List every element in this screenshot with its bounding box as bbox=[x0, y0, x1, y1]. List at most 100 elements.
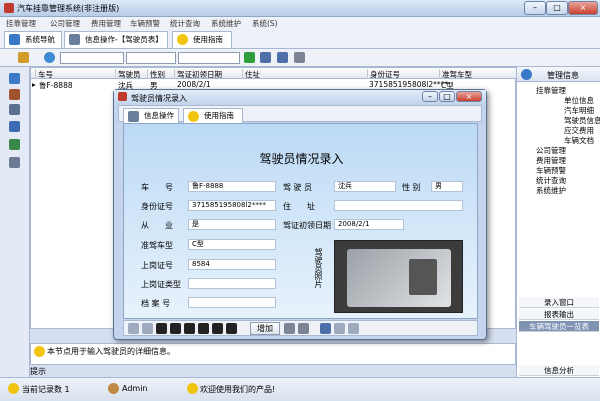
id-field[interactable]: 371585195808l2**** bbox=[188, 200, 276, 211]
permit-label: 上岗证号 bbox=[141, 261, 173, 270]
lightbulb-icon bbox=[34, 346, 45, 357]
type-field[interactable]: C型 bbox=[188, 239, 276, 250]
tree-item[interactable]: 挂靠管理 bbox=[536, 85, 566, 96]
permit-field[interactable]: 8584 bbox=[188, 259, 276, 270]
play-icon[interactable] bbox=[244, 52, 255, 63]
driver-label: 驾 驶 员 bbox=[283, 183, 313, 192]
list-icon[interactable] bbox=[9, 157, 20, 168]
driver-field[interactable]: 沈兵 bbox=[334, 181, 396, 192]
window-icon[interactable] bbox=[9, 139, 20, 150]
help-icon bbox=[177, 34, 188, 45]
tree-item[interactable]: 系统维护 bbox=[536, 185, 566, 196]
tab-nav-label: 系统导航 bbox=[25, 35, 55, 44]
license-photo bbox=[409, 259, 437, 295]
menu-item[interactable]: 系统(S) bbox=[252, 18, 278, 29]
license-card bbox=[347, 249, 451, 307]
value-input[interactable] bbox=[178, 52, 240, 64]
date-field[interactable]: 2008/2/1 bbox=[334, 219, 404, 230]
cell-id: 371585195808l2**** bbox=[369, 80, 449, 89]
right-panel: 管理信息 挂靠管理 单位信息 汽车明细 驾驶员信息 应交费用 车辆文档 公司管理… bbox=[516, 67, 600, 377]
pencil-icon[interactable] bbox=[18, 52, 29, 63]
tab-info[interactable]: 信息操作-【驾驶员表】 bbox=[64, 31, 168, 48]
delete-record-icon[interactable] bbox=[198, 323, 209, 334]
menu-item[interactable]: 统计查询 bbox=[170, 18, 200, 29]
exit-icon[interactable] bbox=[348, 323, 359, 334]
menu-item[interactable]: 公司管理 bbox=[50, 18, 80, 29]
dialog-minimize-button[interactable]: – bbox=[422, 91, 438, 102]
work-label: 从 业 bbox=[141, 221, 173, 230]
dialog-close-button[interactable]: × bbox=[456, 91, 482, 102]
save-record-icon[interactable] bbox=[226, 323, 237, 334]
print-icon[interactable] bbox=[294, 52, 305, 63]
dialog-title-bar: 驾驶员情况录入 – □ × bbox=[114, 90, 486, 104]
column-header[interactable]: 住址 bbox=[242, 69, 367, 79]
info-analysis-button[interactable]: 信息分析 bbox=[519, 365, 599, 376]
date-label: 驾证初领日期 bbox=[283, 221, 331, 230]
search-icon[interactable] bbox=[260, 52, 271, 63]
add-record-icon[interactable] bbox=[184, 323, 195, 334]
column-header[interactable]: 车号 bbox=[35, 69, 115, 79]
gender-label: 性 别 bbox=[402, 183, 421, 192]
column-header[interactable]: 性别 bbox=[147, 69, 174, 79]
report-output-button[interactable]: 报表输出 bbox=[519, 309, 599, 320]
minimize-button[interactable]: – bbox=[524, 1, 546, 15]
lightbulb-icon bbox=[8, 383, 19, 394]
driver-form: 驾驶员情况录入 车 号 鲁F-8888 驾 驶 员 沈兵 性 别 男 身份证号 … bbox=[123, 123, 478, 319]
dialog-maximize-button[interactable]: □ bbox=[439, 91, 455, 102]
permit-type-field[interactable] bbox=[188, 278, 276, 289]
print-icon[interactable] bbox=[284, 323, 295, 334]
menu-item[interactable]: 车辆预警 bbox=[130, 18, 160, 29]
file-field[interactable] bbox=[188, 297, 276, 308]
column-header[interactable]: 驾证初领日期 bbox=[174, 69, 242, 79]
first-record-icon[interactable] bbox=[128, 323, 139, 334]
field-select[interactable] bbox=[60, 52, 124, 64]
export-icon[interactable] bbox=[334, 323, 345, 334]
nav-icon[interactable] bbox=[9, 73, 20, 84]
dialog-tab-ops[interactable]: 信息操作 bbox=[123, 108, 179, 123]
maximize-button[interactable]: □ bbox=[546, 1, 568, 15]
dialog-tab-ops-label: 信息操作 bbox=[144, 111, 174, 120]
last-record-icon[interactable] bbox=[170, 323, 181, 334]
tree-item[interactable]: 车辆文档 bbox=[564, 135, 594, 146]
panel-title: 管理信息 bbox=[547, 71, 579, 80]
record-navigator: 增加 bbox=[123, 320, 478, 336]
tab-nav[interactable]: 系统导航 bbox=[4, 31, 62, 48]
user-icon bbox=[108, 383, 119, 394]
form-heading: 驾驶员情况录入 bbox=[259, 152, 344, 166]
current-user: Admin bbox=[122, 384, 148, 393]
menu-item[interactable]: 挂靠管理 bbox=[6, 18, 36, 29]
prev-record-icon[interactable] bbox=[142, 323, 153, 334]
address-field[interactable] bbox=[334, 200, 463, 211]
dialog-tab-guide[interactable]: 使用指南 bbox=[183, 108, 243, 123]
entry-window-button[interactable]: 录入窗口 bbox=[519, 297, 599, 308]
form-icon[interactable] bbox=[9, 104, 20, 115]
tools-icon[interactable] bbox=[9, 89, 20, 100]
info-text: 本节点用于输入驾驶员的详细信息。 bbox=[47, 347, 175, 356]
column-header[interactable]: 身份证号 bbox=[367, 69, 439, 79]
add-button[interactable]: 增加 bbox=[250, 322, 280, 335]
book-icon[interactable] bbox=[9, 121, 20, 132]
close-button[interactable]: × bbox=[568, 1, 598, 15]
plate-label: 车 号 bbox=[141, 183, 173, 192]
zoom-icon[interactable] bbox=[277, 52, 288, 63]
driver-photo[interactable] bbox=[334, 240, 463, 313]
menu-item[interactable]: 费用管理 bbox=[91, 18, 121, 29]
gender-select[interactable]: 男 bbox=[431, 181, 463, 192]
operator-select[interactable] bbox=[126, 52, 176, 64]
plate-field[interactable]: 鲁F-8888 bbox=[188, 181, 276, 192]
driver-list-button[interactable]: 车辆驾驶员一览表 bbox=[519, 321, 599, 332]
edit-record-icon[interactable] bbox=[212, 323, 223, 334]
column-header[interactable]: 准驾车型 bbox=[439, 69, 517, 79]
work-select[interactable]: 是 bbox=[188, 219, 276, 230]
dialog-tab-guide-label: 使用指南 bbox=[204, 111, 234, 120]
zoom-icon[interactable] bbox=[320, 323, 331, 334]
print-preview-icon[interactable] bbox=[298, 323, 309, 334]
menu-item[interactable]: 系统维护 bbox=[211, 18, 241, 29]
app-title: 汽车挂靠管理系统(非注册版) bbox=[17, 4, 120, 13]
column-header[interactable]: 驾驶员 bbox=[115, 69, 147, 79]
menu-bar: 挂靠管理 公司管理 费用管理 车辆预警 统计查询 系统维护 系统(S) bbox=[0, 17, 600, 29]
search-icon[interactable] bbox=[44, 52, 55, 63]
next-record-icon[interactable] bbox=[156, 323, 167, 334]
record-count: 当前记录数 1 bbox=[22, 385, 70, 394]
tab-guide[interactable]: 使用指南 bbox=[172, 31, 232, 48]
